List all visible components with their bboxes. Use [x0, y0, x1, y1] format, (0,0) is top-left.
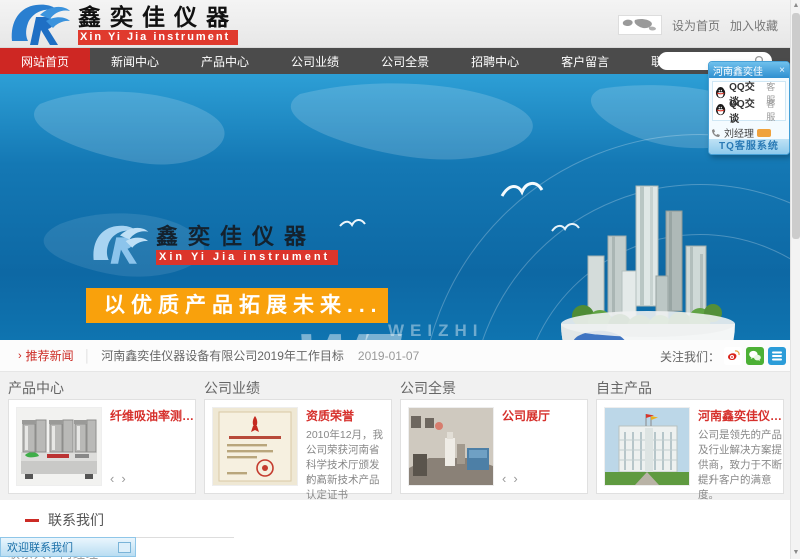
brand-name-cn: 鑫奕佳仪器 [78, 4, 238, 30]
achievement-card: 资质荣誉 2010年12月，我公司荣获河南省科学技术厅颁发的高新技术产品认定证书… [204, 399, 392, 494]
qq-panel-title: 河南鑫奕佳 [713, 63, 763, 78]
hero-banner: 鑫奕佳仪器 Xin Yi Jia instrument 以优质产品拓展未来...… [0, 74, 800, 340]
prev-arrow[interactable]: ‹ [698, 471, 702, 486]
main-nav: 网站首页 新闻中心 产品中心 公司业绩 公司全景 招聘中心 客户留言 联系我们 [0, 48, 800, 74]
column-header: 产品中心 [8, 379, 196, 399]
card-link[interactable]: 资质荣誉 [306, 409, 384, 424]
seagull-icon [500, 178, 544, 206]
logo-r-icon [6, 1, 74, 47]
next-arrow[interactable]: › [121, 471, 125, 486]
nav-item-products[interactable]: 产品中心 [180, 48, 270, 74]
card-link[interactable]: 纤维吸油率测定仪 [110, 409, 196, 424]
qq-footer[interactable]: TQ客服系统 [709, 139, 789, 154]
brand-name-en: Xin Yi Jia instrument [78, 30, 238, 45]
follow-us-label: 关注我们： [660, 348, 720, 365]
building-photo[interactable] [604, 407, 690, 486]
qq-chat-label[interactable]: QQ交谈 [729, 95, 762, 125]
column-header: 公司全景 [400, 379, 588, 399]
card-text: 2010年12月，我公司荣获河南省科学技术厅颁发的高新技术产品认定证书 [306, 428, 384, 503]
next-arrow[interactable]: › [709, 471, 713, 486]
qq-penguin-icon [715, 86, 726, 99]
card-link[interactable]: 公司展厅 [502, 409, 580, 424]
ticker-arrow-icon: › [18, 350, 22, 362]
wechat-icon[interactable] [746, 347, 764, 365]
ticker-separator: │ [84, 349, 92, 363]
next-arrow[interactable]: › [513, 471, 517, 486]
close-icon[interactable]: × [779, 65, 785, 76]
scroll-down-icon[interactable]: ▼ [791, 547, 800, 559]
showroom-photo[interactable] [408, 407, 494, 486]
add-favorite-link[interactable]: 加入收藏 [730, 17, 778, 34]
column-achievements: 公司业绩 [204, 379, 392, 500]
column-panorama: 公司全景 [400, 379, 588, 500]
weibo-icon[interactable] [724, 347, 742, 365]
share-list-icon[interactable] [768, 347, 786, 365]
panorama-card: 公司展厅 ‹ › [400, 399, 588, 494]
ticker-date: 2019-01-07 [358, 349, 419, 363]
banner-logo-r-icon [88, 218, 152, 270]
nav-item-news[interactable]: 新闻中心 [90, 48, 180, 74]
card-link[interactable]: 河南鑫奕佳仪器设备... [698, 409, 784, 424]
expand-icon[interactable] [118, 542, 131, 553]
online-badge [757, 129, 771, 137]
next-arrow[interactable]: › [317, 471, 321, 486]
product-photo[interactable] [16, 407, 102, 486]
scrollbar-thumb[interactable] [792, 13, 800, 239]
scroll-up-icon[interactable]: ▲ [791, 0, 800, 12]
ticker-tag: 推荐新闻 [26, 347, 74, 364]
prev-arrow[interactable]: ‹ [110, 471, 114, 486]
banner-brand-en: Xin Yi Jia instrument [156, 250, 338, 265]
welcome-contact-bar[interactable]: 欢迎联系我们 [0, 537, 136, 557]
qq-chat-row[interactable]: QQ交谈 客服 [715, 101, 783, 118]
card-text: 公司是领先的产品及行业解决方案提供商，致力于不断提升客户的满意度。 [698, 428, 784, 503]
prev-arrow[interactable]: ‹ [502, 471, 506, 486]
section-dash-icon [25, 519, 39, 522]
qq-penguin-icon [715, 103, 726, 116]
watermark-line1: WEIZHI [388, 321, 484, 340]
nav-item-recruit[interactable]: 招聘中心 [450, 48, 540, 74]
qq-manager-row[interactable]: 刘经理 [709, 124, 789, 139]
qq-manager-name: 刘经理 [724, 125, 754, 140]
globe-city-illustration [548, 176, 748, 340]
qq-service-label: 客服 [766, 97, 783, 123]
scrollbar[interactable]: ▲ ▼ [790, 0, 800, 559]
banner-slogan: 以优质产品拓展未来... [86, 288, 388, 323]
phone-icon [711, 128, 721, 138]
nav-item-home[interactable]: 网站首页 [0, 48, 90, 74]
nav-item-achievements[interactable]: 公司业绩 [270, 48, 360, 74]
welcome-contact-text: 欢迎联系我们 [1, 539, 118, 555]
seagull-icon [338, 216, 366, 232]
site-logo[interactable]: 鑫奕佳仪器 Xin Yi Jia instrument [6, 1, 238, 47]
company-card: 河南鑫奕佳仪器设备... 公司是领先的产品及行业解决方案提供商，致力于不断提升客… [596, 399, 784, 494]
top-utility-bar: 鑫奕佳仪器 Xin Yi Jia instrument 设为首页 加入收藏 [0, 0, 800, 48]
feature-columns: 产品中心 [0, 372, 800, 500]
news-ticker: › 推荐新闻 │ 河南鑫奕佳仪器设备有限公司2019年工作目标 2019-01-… [0, 340, 800, 372]
banner-logo: 鑫奕佳仪器 Xin Yi Jia instrument [88, 218, 338, 270]
watermark-letters: WZ [296, 319, 392, 340]
ticker-news-link[interactable]: 河南鑫奕佳仪器设备有限公司2019年工作目标 [101, 347, 344, 364]
qq-service-panel: 河南鑫奕佳 × QQ交谈 客服 [708, 61, 790, 155]
column-own-products: 自主产品 [596, 379, 784, 500]
certificate-photo[interactable] [212, 407, 298, 486]
nav-item-feedback[interactable]: 客户留言 [540, 48, 630, 74]
page: 鑫奕佳仪器 Xin Yi Jia instrument 设为首页 加入收藏 网站… [0, 0, 800, 559]
world-map-icon [618, 15, 662, 35]
contact-title: 联系我们 [48, 510, 104, 530]
column-header: 公司业绩 [204, 379, 392, 399]
nav-item-panorama[interactable]: 公司全景 [360, 48, 450, 74]
product-card: 纤维吸油率测定仪 ‹ › [8, 399, 196, 494]
set-home-link[interactable]: 设为首页 [672, 17, 720, 34]
column-header: 自主产品 [596, 379, 784, 399]
prev-arrow[interactable]: ‹ [306, 471, 310, 486]
column-products: 产品中心 [8, 379, 196, 500]
banner-brand-cn: 鑫奕佳仪器 [156, 224, 338, 250]
